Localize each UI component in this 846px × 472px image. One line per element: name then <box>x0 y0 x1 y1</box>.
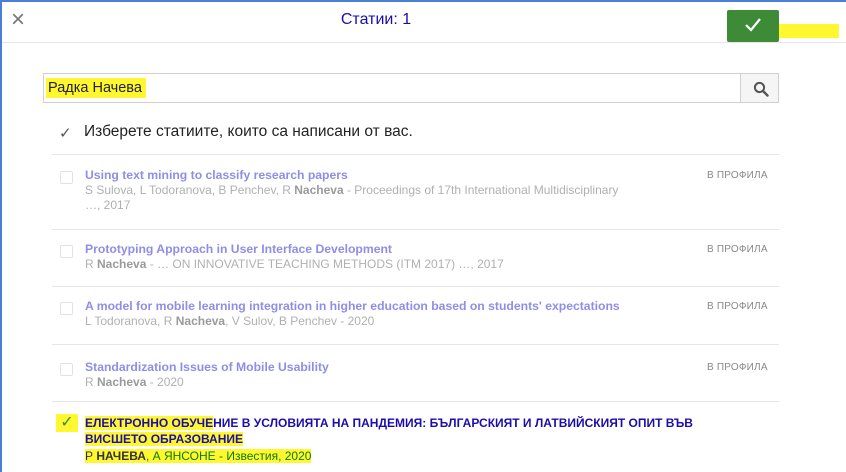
article-meta: Р НАЧЕВА, А ЯНСОНЕ - Известия, 2020 <box>85 449 312 463</box>
divider <box>52 401 779 402</box>
highlight-mark <box>779 24 839 38</box>
article-title[interactable]: Standardization Issues of Mobile Usabili… <box>85 360 329 375</box>
divider <box>52 154 779 155</box>
article-meta: S Sulova, L Todoranova, B Penchev, R Nac… <box>85 183 619 212</box>
article-title[interactable]: A model for mobile learning integration … <box>85 299 620 314</box>
window-frame-left <box>0 0 2 472</box>
header-divider <box>2 42 846 43</box>
checkmark-icon: ✓ <box>59 125 72 142</box>
article-title[interactable]: Prototyping Approach in User Interface D… <box>85 242 392 257</box>
dialog-header: × Статии: 1 <box>0 2 846 42</box>
article-title-line1[interactable]: ЕЛЕКТРОННО ОБУЧЕНИЕ В УСЛОВИЯТА НА ПАНДЕ… <box>85 416 693 431</box>
search-input[interactable]: Радка Начева <box>43 73 740 103</box>
search-button[interactable] <box>740 73 779 103</box>
in-profile-badge: В ПРОФИЛА <box>707 170 768 181</box>
search-value: Радка Начева <box>46 78 146 98</box>
dialog-title: Статии: 1 <box>340 11 412 28</box>
search-icon <box>753 81 769 97</box>
article-title-line2[interactable]: ВИСШЕТО ОБРАЗОВАНИЕ <box>85 432 244 447</box>
in-profile-badge: В ПРОФИЛА <box>707 362 768 373</box>
article-meta: R Nacheva - 2020 <box>85 375 184 389</box>
article-checkbox[interactable] <box>60 171 73 184</box>
article-meta: R Nacheva - … ON INNOVATIVE TEACHING MET… <box>85 257 504 271</box>
article-meta: L Todoranova, R Nacheva, V Sulov, B Penc… <box>85 314 375 328</box>
article-checkbox-checked[interactable]: ✓ <box>56 414 78 432</box>
article-checkbox[interactable] <box>60 363 73 376</box>
article-checkbox[interactable] <box>60 245 73 258</box>
article-title[interactable]: Using text mining to classify research p… <box>85 168 348 183</box>
divider <box>52 344 779 345</box>
confirm-button[interactable] <box>727 10 779 42</box>
article-checkbox[interactable] <box>60 302 73 315</box>
check-icon <box>745 18 761 32</box>
divider <box>52 286 779 287</box>
in-profile-badge: В ПРОФИЛА <box>707 244 768 255</box>
divider <box>52 229 779 230</box>
instruction-label: Изберете статиите, които са написани от … <box>84 123 413 140</box>
in-profile-badge: В ПРОФИЛА <box>707 301 768 312</box>
